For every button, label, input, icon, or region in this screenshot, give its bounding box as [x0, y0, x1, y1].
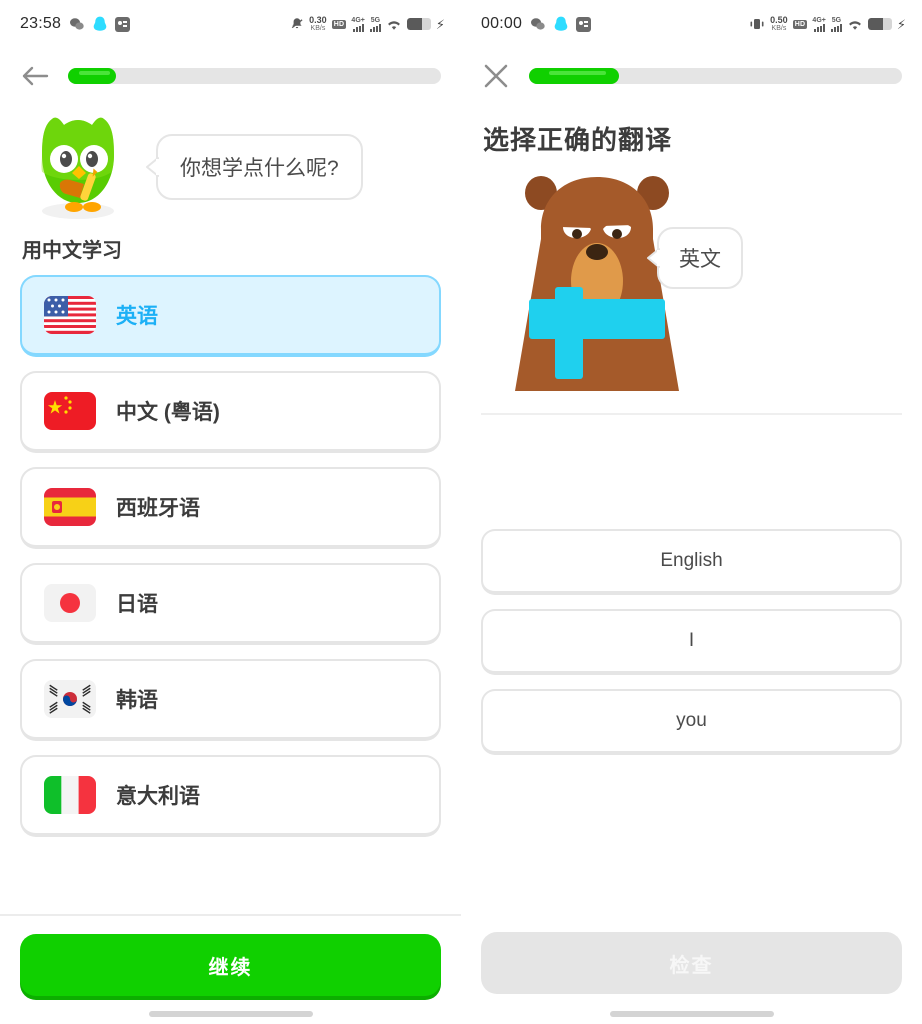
- cn-flag-icon: [44, 392, 96, 430]
- lesson-progress-bar: [68, 68, 441, 84]
- signal-5g-label: 5G: [370, 16, 381, 24]
- close-x-icon[interactable]: [481, 61, 511, 91]
- lesson-progress-bar: [529, 68, 902, 84]
- us-flag-icon: [44, 296, 96, 334]
- language-option-english[interactable]: 英语: [20, 275, 441, 357]
- signal-4g-icon: 4G+: [812, 16, 826, 32]
- signal-4g-bars: [352, 23, 364, 32]
- app-icon: [576, 16, 592, 32]
- duo-speech-bubble: 你想学点什么呢?: [146, 134, 363, 200]
- wechat-icon: [69, 16, 85, 32]
- signal-5g-label: 5G: [831, 16, 842, 24]
- wechat-icon: [530, 16, 546, 32]
- status-bar-right: 0.50 KB/s HD 4G+ 5G ⚡: [749, 16, 906, 32]
- battery-icon: [406, 18, 431, 30]
- speech-bubble-tail-icon: [146, 157, 159, 177]
- battery-icon: [867, 18, 892, 30]
- vibrate-icon: [749, 17, 765, 31]
- status-bar-left: 00:00: [481, 15, 592, 33]
- status-bar: 00:00 0.50 KB/s HD 4G+ 5G ⚡: [461, 0, 922, 48]
- learn-section-title: 用中文学习: [22, 240, 122, 262]
- bear-bubble-text: 英文: [679, 248, 721, 271]
- signal-5g-bars: [830, 23, 842, 32]
- speech-bubble-tail-icon: [647, 248, 660, 268]
- top-nav-bar: [461, 48, 922, 104]
- app-icon: [115, 16, 131, 32]
- status-bar-left: 23:58: [20, 15, 131, 33]
- jp-flag-icon: [44, 584, 96, 622]
- right-panel-translation-exercise: 00:00 0.50 KB/s HD 4G+ 5G ⚡ 选择正确的翻译 英文 E…: [461, 0, 922, 1024]
- check-button[interactable]: 检查: [481, 932, 902, 994]
- bear-speech-bubble: 英文: [647, 227, 743, 289]
- language-option-korean[interactable]: 韩语: [20, 659, 441, 741]
- mascot-row: 你想学点什么呢?: [0, 104, 461, 224]
- dual-screenshot: 23:58 0.30 KB/s HD 4G+ 5G ⚡ 你想学点什么呢? 用中文…: [0, 0, 922, 1024]
- back-arrow-icon[interactable]: [20, 61, 50, 91]
- duo-bubble-text: 你想学点什么呢?: [180, 157, 339, 180]
- lesson-progress-fill: [529, 68, 619, 84]
- es-flag-icon: [44, 488, 96, 526]
- signal-4g-icon: 4G+: [351, 16, 365, 32]
- signal-5g-icon: 5G: [369, 16, 381, 32]
- signal-5g-icon: 5G: [830, 16, 842, 32]
- network-speed-indicator: 0.50 KB/s: [770, 15, 788, 33]
- bottom-action-bar: 检查: [461, 914, 922, 1024]
- answer-choice-you[interactable]: you: [481, 689, 902, 755]
- status-time: 00:00: [481, 15, 523, 32]
- language-option-label: 韩语: [116, 689, 158, 712]
- network-speed-unit: KB/s: [310, 25, 326, 32]
- qq-icon: [554, 16, 568, 33]
- signal-4g-label: 4G+: [812, 16, 826, 24]
- status-time: 23:58: [20, 15, 62, 32]
- duo-owl-icon: [22, 111, 134, 223]
- language-list: 英语 中文 (粤语) 西班牙语 日语 韩语 意大利语: [0, 275, 461, 837]
- home-indicator: [148, 1011, 313, 1017]
- language-option-spanish[interactable]: 西班牙语: [20, 467, 441, 549]
- language-option-chinese-cantonese[interactable]: 中文 (粤语): [20, 371, 441, 453]
- qq-icon: [93, 16, 107, 33]
- network-speed-unit: KB/s: [771, 25, 787, 32]
- network-speed-value: 0.50: [770, 15, 788, 25]
- wifi-icon: [847, 18, 863, 31]
- language-option-label: 日语: [116, 593, 158, 616]
- kr-flag-icon: [44, 680, 96, 718]
- left-panel-language-select: 23:58 0.30 KB/s HD 4G+ 5G ⚡ 你想学点什么呢? 用中文…: [0, 0, 461, 1024]
- home-indicator: [609, 1011, 774, 1017]
- network-speed-indicator: 0.30 KB/s: [309, 15, 327, 33]
- language-option-japanese[interactable]: 日语: [20, 563, 441, 645]
- language-option-label: 中文 (粤语): [116, 401, 220, 424]
- charging-bolt-icon: ⚡: [896, 16, 906, 32]
- signal-4g-bars: [813, 23, 825, 32]
- mute-bell-icon: [290, 17, 304, 31]
- answer-choices-list: English I you: [461, 529, 922, 755]
- bottom-action-bar: 继续: [0, 914, 461, 1024]
- hd-badge: HD: [331, 19, 347, 29]
- page-title: 选择正确的翻译: [483, 125, 673, 155]
- lesson-progress-fill: [68, 68, 117, 84]
- language-option-italian[interactable]: 意大利语: [20, 755, 441, 837]
- content-divider: [481, 413, 902, 415]
- status-bar: 23:58 0.30 KB/s HD 4G+ 5G ⚡: [0, 0, 461, 48]
- status-bar-right: 0.30 KB/s HD 4G+ 5G ⚡: [290, 16, 445, 32]
- wifi-icon: [386, 18, 402, 31]
- language-option-label: 意大利语: [116, 785, 200, 808]
- charging-bolt-icon: ⚡: [435, 16, 445, 32]
- language-option-label: 英语: [116, 305, 158, 328]
- signal-4g-label: 4G+: [351, 16, 365, 24]
- hd-badge: HD: [792, 19, 808, 29]
- mascot-area: 英文: [461, 165, 922, 413]
- signal-5g-bars: [369, 23, 381, 32]
- continue-button[interactable]: 继续: [20, 934, 441, 996]
- language-option-label: 西班牙语: [116, 497, 200, 520]
- top-nav-bar: [0, 48, 461, 104]
- answer-choice-english[interactable]: English: [481, 529, 902, 595]
- answer-choice-i[interactable]: I: [481, 609, 902, 675]
- network-speed-value: 0.30: [309, 15, 327, 25]
- it-flag-icon: [44, 776, 96, 814]
